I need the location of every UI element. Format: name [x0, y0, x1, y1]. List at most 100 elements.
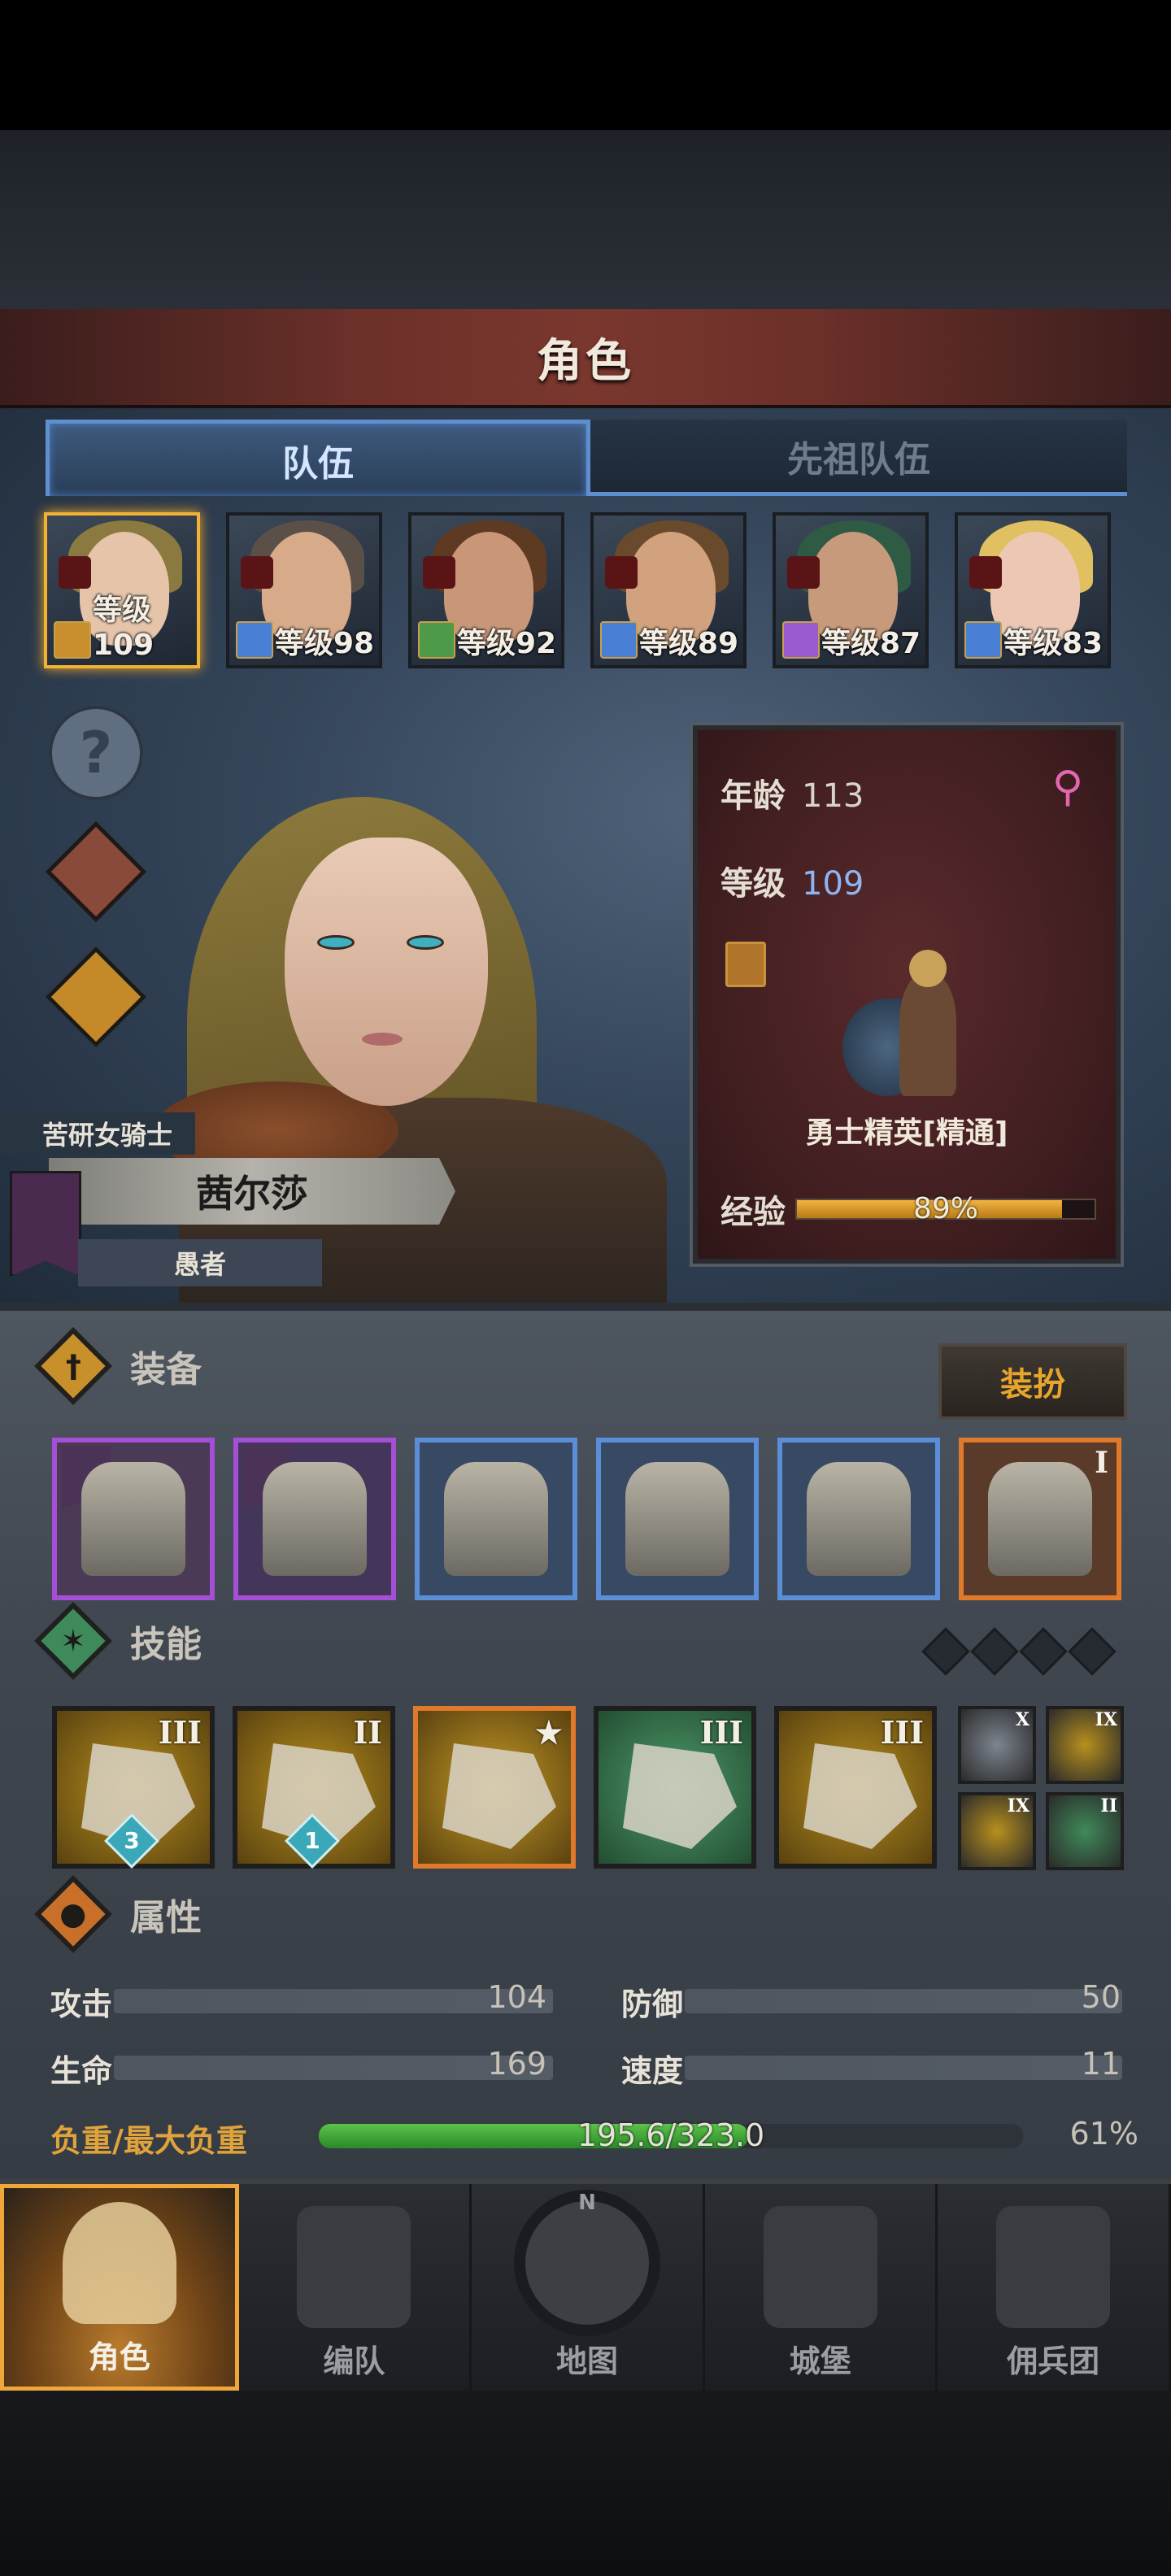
item-rank: I: [1095, 1446, 1108, 1480]
load-bar: 195.6/323.0: [319, 2117, 1023, 2153]
reserve-skill-slot[interactable]: IX: [958, 1792, 1036, 1870]
hammer-icon: [81, 1462, 185, 1576]
dress-up-button[interactable]: 装扮: [938, 1343, 1127, 1420]
compass-north-label: N: [578, 2191, 596, 2215]
page-title: 角色: [537, 334, 634, 388]
knight-icon: [62, 2202, 176, 2324]
bottom-nav: 角色 编队 N 地图 城堡 佣兵团: [0, 2179, 1171, 2391]
hp-label: 生命: [50, 2053, 113, 2089]
hero-name[interactable]: 茜尔莎: [49, 1158, 455, 1225]
hero-card[interactable]: 等级109: [44, 512, 200, 668]
question-icon: ?: [49, 706, 143, 800]
portrait-eye-left: [317, 935, 355, 950]
weapon-badge-icon: [600, 621, 638, 659]
class-icon: [423, 556, 455, 589]
exp-label: 经验: [720, 1194, 786, 1231]
nav-map[interactable]: N 地图: [472, 2184, 705, 2391]
hero-card[interactable]: 等级92: [408, 512, 564, 668]
potion-button[interactable]: [45, 946, 147, 1048]
portrait-face: [285, 838, 488, 1106]
class-figure: [842, 950, 1005, 1112]
star-icon: ✶: [33, 1601, 113, 1681]
load-value: 195.6/323.0: [577, 2117, 765, 2153]
weapon-badge-icon: [782, 621, 820, 659]
figure-head: [909, 950, 947, 987]
hero-card[interactable]: 等级98: [226, 512, 382, 668]
defense-label: 防御: [621, 1986, 684, 2022]
skill-slot[interactable]: III: [774, 1706, 937, 1869]
skill-slot[interactable]: II 1: [233, 1706, 395, 1869]
skill-rank: II: [353, 1714, 382, 1751]
skill-icon: [803, 1743, 917, 1849]
skill-rank: IX: [1095, 1709, 1117, 1730]
load-label: 负重/最大负重: [50, 2123, 247, 2159]
equip-slot-amulet[interactable]: I: [959, 1438, 1121, 1600]
reserve-skill-slot[interactable]: IX: [1046, 1706, 1124, 1784]
hooded-figure-icon: [45, 820, 147, 923]
equip-slot-helmet[interactable]: [415, 1438, 577, 1600]
load-percent: 61%: [1069, 2116, 1138, 2152]
amulet-icon: [988, 1462, 1092, 1576]
class-icon: [241, 556, 273, 589]
equip-slot-fan-shield[interactable]: [233, 1438, 396, 1600]
skill-slot[interactable]: ★: [413, 1706, 576, 1869]
skill-rank: II: [1100, 1795, 1117, 1817]
nav-mercenary-label: 佣兵团: [1007, 2343, 1100, 2379]
age-row: 年龄 113: [720, 769, 864, 816]
hero-level: 等级83: [1003, 627, 1104, 660]
tab-team[interactable]: 队伍: [46, 420, 590, 496]
hero-trait[interactable]: 愚者: [78, 1239, 322, 1286]
attack-value: 104: [487, 1979, 546, 2015]
header-backdrop: [0, 130, 1171, 309]
nav-mercenary[interactable]: 佣兵团: [938, 2184, 1171, 2391]
nav-castle-label: 城堡: [789, 2343, 851, 2379]
skill-slot[interactable]: III 3: [52, 1706, 215, 1869]
equipment-title: 装备: [130, 1349, 202, 1390]
hero-level: 等级98: [275, 627, 375, 660]
rank-badge-icon[interactable]: [725, 942, 766, 987]
mercenary-banner-icon: [996, 2206, 1111, 2328]
equip-slot-hammer[interactable]: [52, 1438, 215, 1600]
exp-percent: 89%: [912, 1192, 978, 1225]
top-system-area: [0, 0, 1171, 130]
skill-slot[interactable]: III: [594, 1706, 756, 1869]
fan-shield-icon: [263, 1462, 367, 1576]
attributes-title: 属性: [130, 1897, 202, 1939]
character-info-button[interactable]: [45, 820, 147, 923]
skill-rank: III: [699, 1714, 743, 1751]
skill-gem-count: 1: [304, 1827, 320, 1854]
hero-card[interactable]: 等级87: [773, 512, 929, 668]
person-icon: ●: [33, 1874, 113, 1954]
equipment-header: † 装备: [33, 1326, 202, 1406]
skill-rank: III: [158, 1714, 202, 1751]
class-icon: [787, 556, 820, 589]
age-value: 113: [802, 777, 864, 815]
skills-title: 技能: [130, 1624, 202, 1665]
hero-roster: 等级109 等级98 等级92 等级89 等级87 等级83: [44, 512, 1125, 672]
weapon-badge-icon: [964, 621, 1002, 659]
armor-icon: [625, 1462, 729, 1576]
hero-card[interactable]: 等级89: [590, 512, 747, 668]
hero-level: 等级109: [93, 594, 155, 662]
equip-slot-armor[interactable]: [596, 1438, 759, 1600]
skills-header: ✶ 技能: [33, 1601, 202, 1681]
nav-character[interactable]: 角色: [0, 2184, 239, 2391]
hero-level: 等级87: [821, 627, 921, 660]
nav-castle[interactable]: 城堡: [705, 2184, 938, 2391]
nav-formation[interactable]: 编队: [239, 2184, 472, 2391]
weapon-badge-icon: [236, 621, 273, 659]
hero-card[interactable]: 等级83: [955, 512, 1111, 668]
nav-character-label: 角色: [88, 2339, 150, 2375]
equip-slot-boots[interactable]: [777, 1438, 940, 1600]
title-banner: 角色: [0, 309, 1171, 408]
help-button[interactable]: ?: [46, 703, 146, 803]
level-value: 109: [802, 865, 864, 903]
reserve-skill-slot[interactable]: II: [1046, 1792, 1124, 1870]
reserve-skill-slot[interactable]: X: [958, 1706, 1036, 1784]
tab-ancestor-team[interactable]: 先祖队伍: [590, 420, 1127, 496]
hero-class-title: 苦研女骑士: [0, 1112, 195, 1155]
skill-icon: [623, 1743, 737, 1849]
portrait-eye-right: [407, 935, 444, 950]
bottom-system-area: [0, 2391, 1171, 2576]
hero-level: 等级92: [457, 627, 557, 660]
